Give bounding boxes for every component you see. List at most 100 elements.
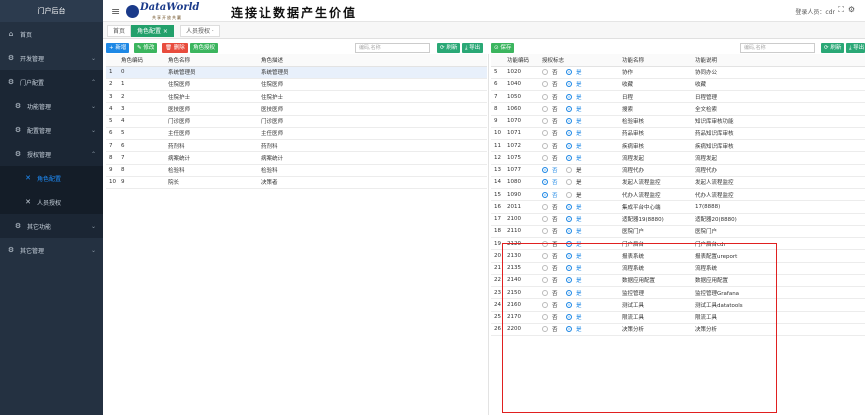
sidebar-item-config-mgmt[interactable]: ⚙ 配置管理 ⌄ [0, 118, 103, 142]
radio-no[interactable] [542, 203, 548, 210]
sidebar-item-home[interactable]: ⌂ 首页 [0, 22, 103, 46]
save-button[interactable]: ⊙ 保存 [491, 43, 515, 53]
radio-yes[interactable] [566, 228, 572, 235]
table-row[interactable]: 8 1060 否是搜索 全文检索 [491, 102, 865, 116]
table-row[interactable]: 1 0 系统管理员 系统管理员 [106, 66, 487, 79]
table-row[interactable]: 21 2135 否是流程系统 流程系统 [491, 262, 865, 275]
table-row[interactable]: 22 2140 否是数据应用配置 数据应用配置 [491, 274, 865, 288]
radio-no[interactable] [542, 130, 548, 137]
radio-yes[interactable] [566, 191, 572, 198]
radio-no[interactable] [542, 142, 548, 149]
table-row[interactable]: 4 3 医技医师 医技医师 [106, 102, 487, 116]
radio-yes[interactable] [566, 167, 572, 174]
function-export-button[interactable]: ⤓ 导出 [846, 43, 865, 53]
radio-yes[interactable] [566, 277, 572, 284]
menu-toggle-icon[interactable]: ≡ [111, 5, 120, 18]
sidebar-item-role-config[interactable]: ✕ 角色配置 [0, 166, 103, 190]
radio-yes[interactable] [566, 240, 572, 247]
sidebar-item-other-mgmt[interactable]: ⚙ 其它管理 ⌄ [0, 238, 103, 262]
role-export-button[interactable]: ⤓ 导出 [462, 43, 484, 53]
radio-yes[interactable] [566, 105, 572, 112]
radio-yes[interactable] [566, 81, 572, 88]
tab-user-auth[interactable]: 人员授权 · [180, 25, 220, 37]
column-header[interactable] [491, 54, 504, 67]
sidebar-item-user-auth[interactable]: ✕ 人员授权 [0, 190, 103, 214]
column-header[interactable]: 功能说明 [692, 54, 865, 67]
column-header[interactable]: 角色编码 [118, 54, 165, 67]
radio-no[interactable] [542, 216, 548, 223]
table-row[interactable]: 12 1075 否是流程发起 流程发起 [491, 151, 865, 165]
radio-no[interactable] [542, 301, 548, 308]
table-row[interactable]: 9 8 检验科 检验科 [106, 164, 487, 177]
radio-yes[interactable] [566, 301, 572, 308]
table-row[interactable]: 8 7 病案统计 病案统计 [106, 151, 487, 165]
radio-no[interactable] [542, 93, 548, 100]
table-row[interactable]: 6 5 主任医师 主任医师 [106, 127, 487, 141]
radio-no[interactable] [542, 81, 548, 88]
radio-yes[interactable] [566, 118, 572, 125]
radio-no[interactable] [542, 191, 548, 198]
table-row[interactable]: 14 1080 否是发起人流程监控 发起人流程监控 [491, 176, 865, 190]
sidebar-item-function-mgmt[interactable]: ⚙ 功能管理 ⌄ [0, 94, 103, 118]
column-header[interactable]: 授权标志 [539, 54, 619, 67]
radio-yes[interactable] [566, 142, 572, 149]
radio-no[interactable] [542, 154, 548, 161]
radio-yes[interactable] [566, 326, 572, 333]
radio-no[interactable] [542, 277, 548, 284]
table-row[interactable]: 10 9 院长 决策者 [106, 176, 487, 190]
column-header[interactable]: 功能编码 [504, 54, 539, 67]
radio-no[interactable] [542, 326, 548, 333]
fullscreen-icon[interactable]: ⛶ [838, 5, 848, 14]
radio-no[interactable] [542, 69, 548, 76]
radio-no[interactable] [542, 252, 548, 259]
role-refresh-button[interactable]: ⟳ 刷新 [437, 43, 461, 53]
table-row[interactable]: 7 1050 否是日程 日程管理 [491, 90, 865, 104]
add-button[interactable]: + 新增 [106, 43, 130, 53]
table-row[interactable]: 19 2120 否是门户后台 门户后台cdr [491, 237, 865, 251]
table-row[interactable]: 25 2170 否是限流工具 限流工具 [491, 311, 865, 324]
radio-yes[interactable] [566, 289, 572, 296]
table-row[interactable]: 24 2160 否是测试工具 测试工具datatools [491, 298, 865, 312]
radio-yes[interactable] [566, 130, 572, 137]
table-row[interactable]: 26 2200 否是决策分析 决策分析 [491, 323, 865, 337]
sidebar-item-auth-mgmt[interactable]: ⚙ 授权管理 ⌃ [0, 142, 103, 166]
table-row[interactable]: 20 2130 否是报表系统 报表配置ureport [491, 249, 865, 263]
table-row[interactable]: 23 2150 否是监控管理 监控管理Grafana [491, 286, 865, 300]
radio-no[interactable] [542, 240, 548, 247]
edit-button[interactable]: ✎ 修改 [134, 43, 158, 53]
table-row[interactable]: 9 1070 否是检验审核 知识库审核功能 [491, 115, 865, 128]
function-refresh-button[interactable]: ⟳ 刷新 [821, 43, 845, 53]
radio-yes[interactable] [566, 314, 572, 321]
radio-no[interactable] [542, 118, 548, 125]
radio-yes[interactable] [566, 265, 572, 272]
column-header[interactable]: 功能名称 [619, 54, 692, 67]
table-row[interactable]: 2 1 住院医师 住院医师 [106, 78, 487, 92]
radio-no[interactable] [542, 265, 548, 272]
table-row[interactable]: 3 2 住院护士 住院护士 [106, 90, 487, 104]
table-row[interactable]: 17 2100 否是适配器19(8880) 适配器20(8880) [491, 213, 865, 226]
delete-button[interactable]: 🗑 删除 [162, 43, 188, 53]
radio-no[interactable] [542, 314, 548, 321]
table-row[interactable]: 5 4 门诊医师 门诊医师 [106, 115, 487, 128]
radio-yes[interactable] [566, 203, 572, 210]
radio-yes[interactable] [566, 93, 572, 100]
radio-no[interactable] [542, 289, 548, 296]
tab-home[interactable]: 首页 [107, 25, 132, 37]
table-row[interactable]: 13 1077 否是流程代办 流程代办 [491, 164, 865, 177]
table-row[interactable]: 16 2011 否是集成平台中心端 17(8888) [491, 200, 865, 214]
radio-no[interactable] [542, 228, 548, 235]
radio-yes[interactable] [566, 252, 572, 259]
table-row[interactable]: 7 6 药剂科 药剂科 [106, 139, 487, 153]
role-search-input[interactable]: 编码,名称 [355, 43, 430, 53]
settings-icon[interactable]: ⚙ [848, 5, 859, 14]
table-row[interactable]: 10 1071 否是药品审核 药品知识库审核 [491, 127, 865, 141]
column-header[interactable]: 角色描述 [258, 54, 487, 67]
table-row[interactable]: 11 1072 否是疾病审核 疾病知识库审核 [491, 139, 865, 153]
table-row[interactable]: 15 1090 否是代办人流程监控 代办人流程监控 [491, 188, 865, 202]
tab-role-config[interactable]: 角色配置 × [131, 25, 174, 37]
sidebar-item-other-func[interactable]: ⚙ 其它功能 ⌄ [0, 214, 103, 238]
table-row[interactable]: 6 1040 否是收藏 收藏 [491, 78, 865, 92]
radio-no[interactable] [542, 167, 548, 174]
radio-yes[interactable] [566, 154, 572, 161]
role-authorize-button[interactable]: 角色授权 [190, 43, 219, 53]
